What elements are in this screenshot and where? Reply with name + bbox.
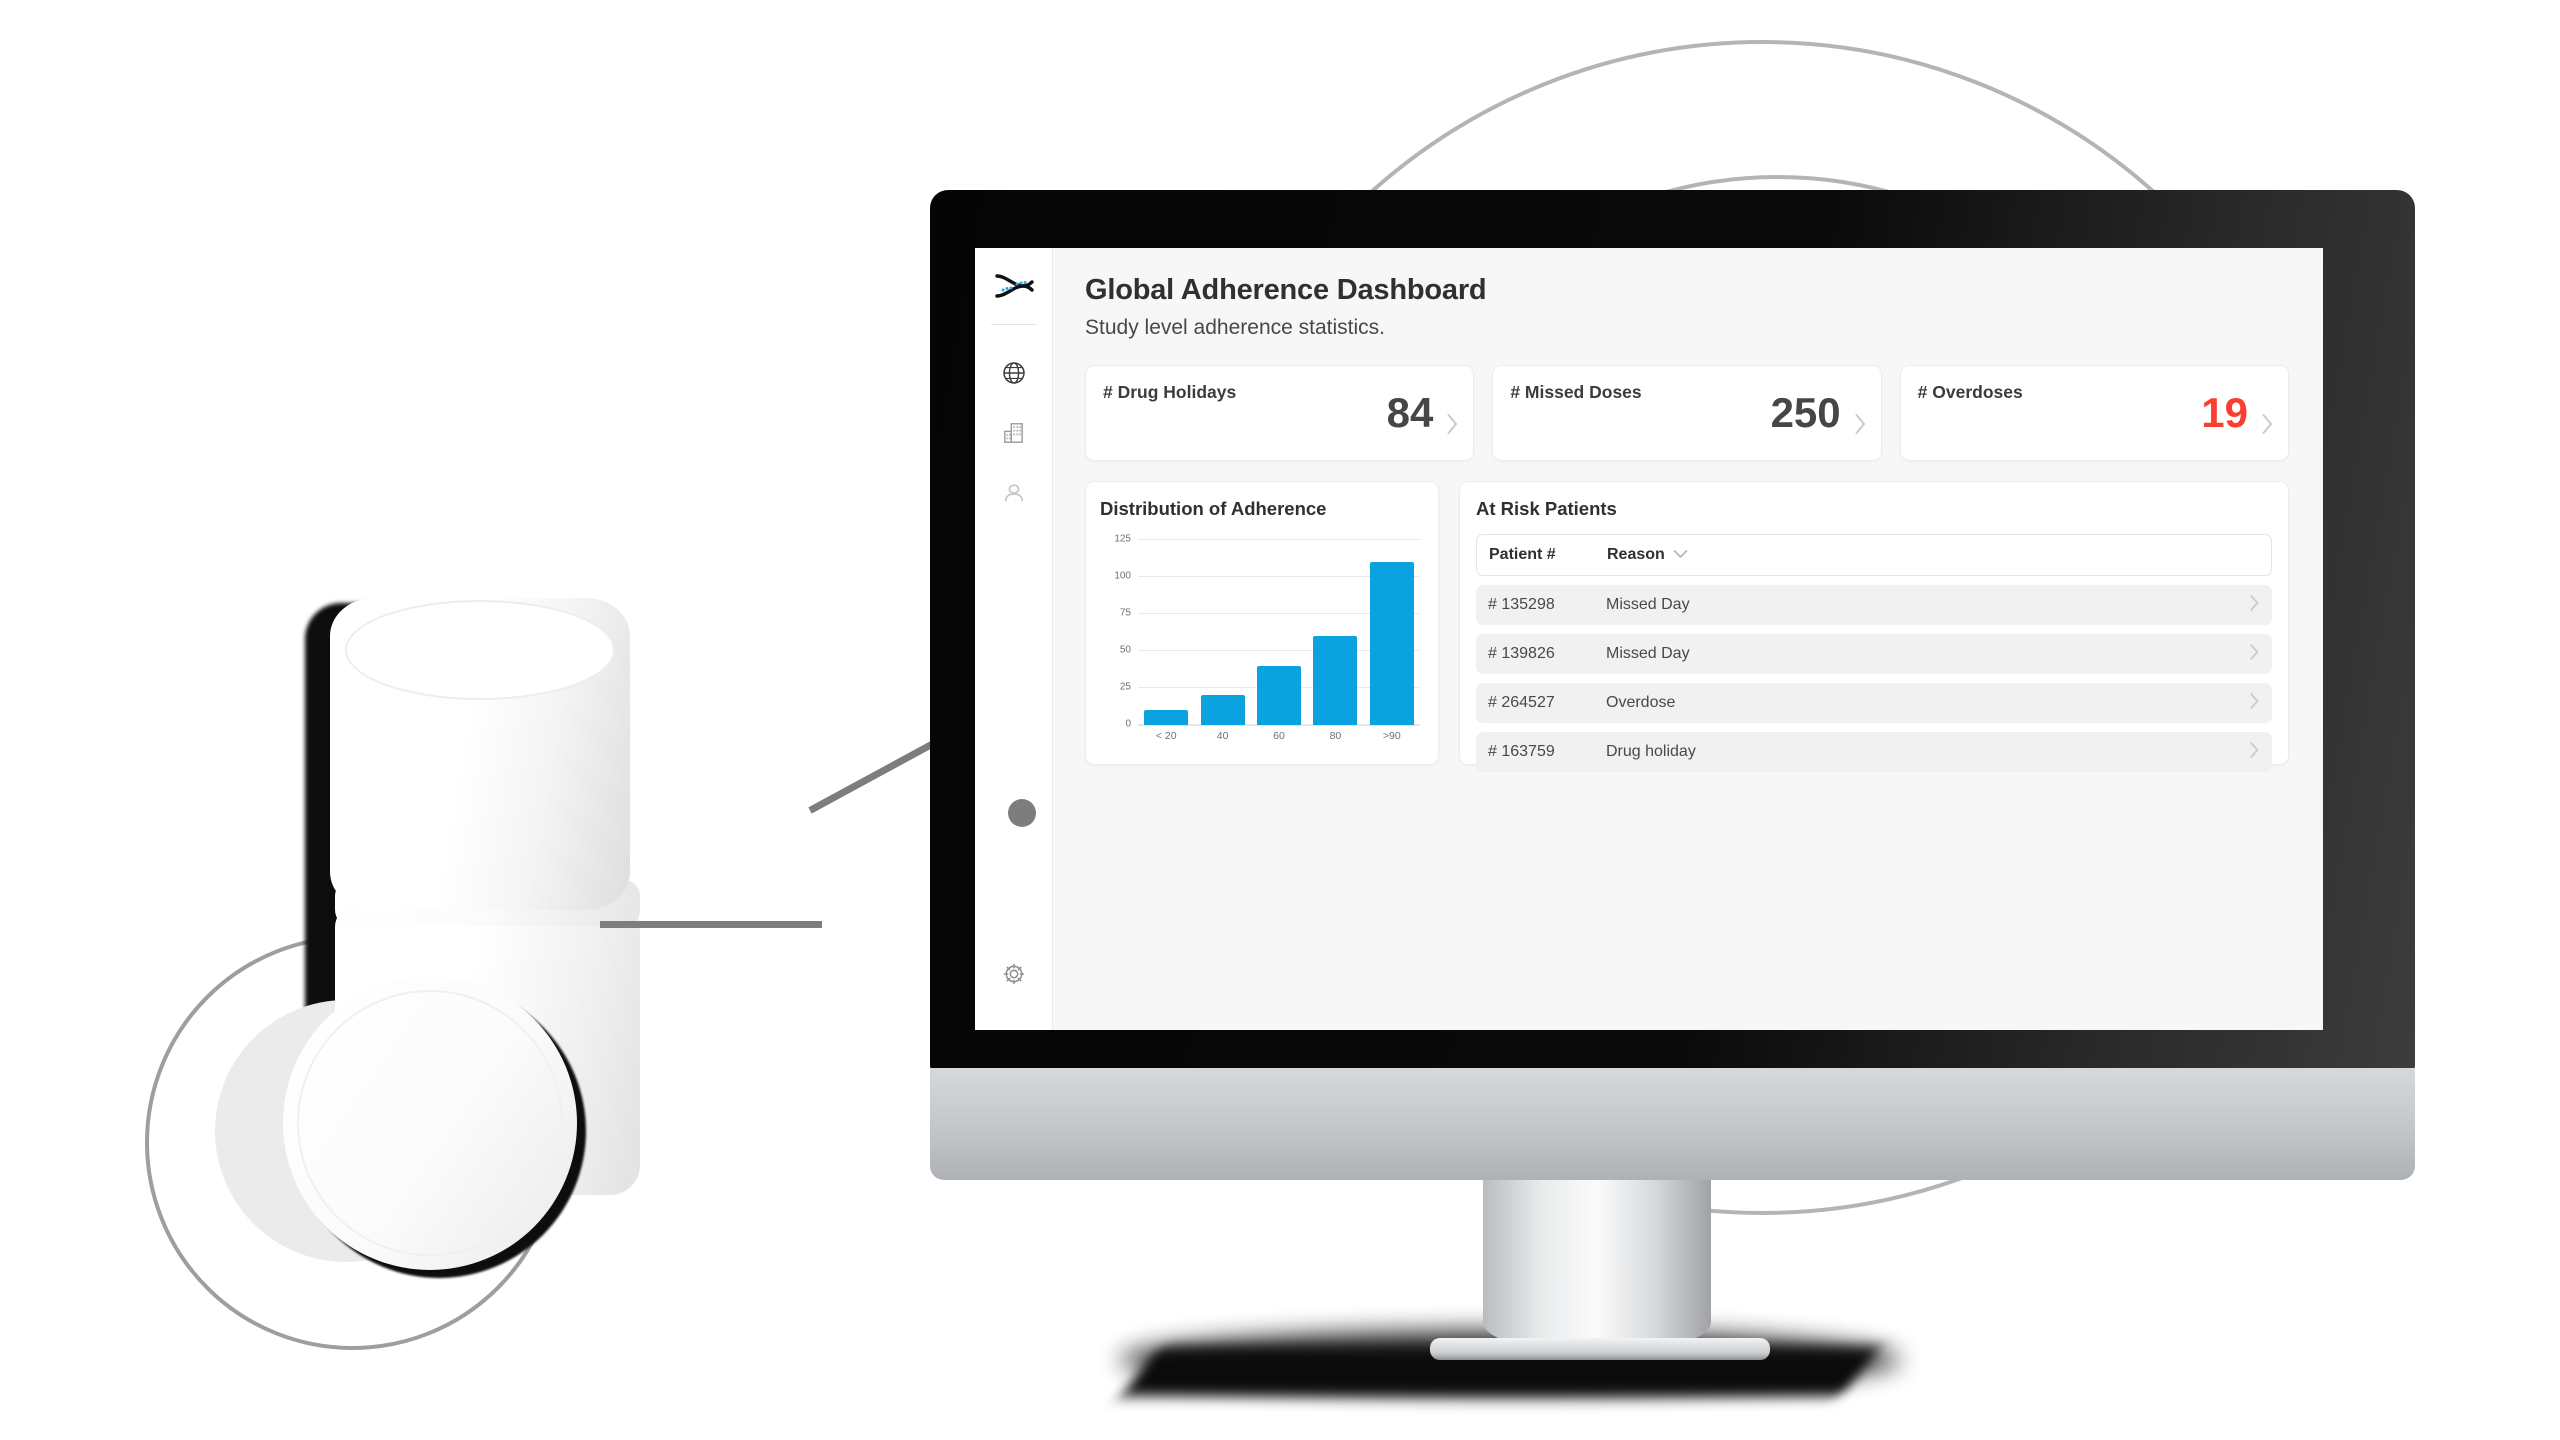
building-icon bbox=[1004, 423, 1023, 443]
sidebar-item-building[interactable] bbox=[975, 403, 1053, 463]
page-subtitle: Study level adherence statistics. bbox=[1085, 316, 1385, 339]
chart-bar-wrapper bbox=[1307, 540, 1363, 725]
chart-title: Distribution of Adherence bbox=[1100, 498, 1327, 519]
table-body: # 135298 Missed Day # 139826 Missed Day # 26… bbox=[1476, 585, 2272, 772]
column-header-patient: Patient # bbox=[1489, 546, 1556, 563]
stat-card-label: # Drug Holidays bbox=[1103, 382, 1237, 402]
chart-x-tick-label: < 20 bbox=[1155, 730, 1177, 742]
cell-reason: Drug holiday bbox=[1606, 743, 1696, 760]
chart-bar-wrapper bbox=[1364, 540, 1420, 725]
chevron-right-icon bbox=[1854, 413, 1867, 440]
dna-helix-logo[interactable] bbox=[975, 254, 1052, 318]
chart-x-axis bbox=[1138, 725, 1420, 726]
chart-y-tick-label: 75 bbox=[1119, 607, 1131, 619]
table-title: At Risk Patients bbox=[1476, 498, 1617, 519]
chart-bar[interactable] bbox=[1200, 695, 1245, 725]
stat-card-drug-holidays[interactable]: # Drug Holidays 84 bbox=[1085, 365, 1475, 461]
stat-card-value: 250 bbox=[1770, 389, 1841, 436]
chart-x-tick-label: 60 bbox=[1273, 730, 1285, 742]
chevron-right-icon[interactable] bbox=[2249, 692, 2260, 715]
cell-reason: Overdose bbox=[1606, 694, 1676, 711]
pill-disc-front-rim bbox=[297, 990, 563, 1256]
chevron-right-icon[interactable] bbox=[2249, 741, 2260, 764]
stat-card-row: # Drug Holidays 84 # Missed Doses 250 # … bbox=[1085, 365, 2289, 461]
panel-row: Distribution of Adherence 0 25 50 75 100 125 … bbox=[1085, 481, 2289, 772]
chart-bars bbox=[1138, 540, 1420, 725]
chart-y-tick-label: 25 bbox=[1119, 681, 1131, 693]
chart-bar-wrapper bbox=[1251, 540, 1307, 725]
stat-card-value: 84 bbox=[1386, 389, 1434, 436]
chevron-right-icon bbox=[1446, 413, 1459, 440]
monitor-stand-neck bbox=[1483, 1178, 1711, 1346]
chart-x-tick-label: 40 bbox=[1216, 730, 1229, 742]
stat-card-label: # Overdoses bbox=[1917, 382, 2023, 402]
monitor-chin bbox=[930, 1068, 2415, 1180]
page-title: Global Adherence Dashboard bbox=[1085, 274, 1487, 306]
bar-chart: 0 25 50 75 100 125 < 20 40 60 80 >90 bbox=[1100, 534, 1424, 760]
table-row[interactable]: # 135298 Missed Day bbox=[1476, 585, 2272, 625]
monitor-screen: Global Adherence Dashboard Study level a… bbox=[975, 248, 2323, 1030]
cell-reason: Missed Day bbox=[1606, 645, 1690, 662]
chart-bar-wrapper bbox=[1194, 540, 1250, 725]
chevron-right-icon[interactable] bbox=[2249, 643, 2260, 666]
stat-card-value: 19 bbox=[2201, 389, 2248, 436]
callout-endpoint-dot bbox=[1008, 799, 1036, 827]
cell-reason: Missed Day bbox=[1606, 596, 1690, 613]
chart-x-tick-label: >90 bbox=[1382, 730, 1401, 742]
person-icon bbox=[1004, 484, 1024, 502]
chart-y-tick-label: 125 bbox=[1114, 533, 1131, 545]
chart-y-tick-label: 50 bbox=[1119, 644, 1131, 656]
chart-bar[interactable] bbox=[1369, 562, 1414, 725]
column-header-reason[interactable]: Reason bbox=[1607, 546, 1688, 564]
chevron-down-icon[interactable] bbox=[1673, 546, 1688, 564]
scene: Global Adherence Dashboard Study level a… bbox=[0, 0, 2560, 1440]
gear-icon bbox=[1003, 963, 1025, 985]
chart-bar[interactable] bbox=[1313, 636, 1358, 725]
stat-card-label: # Missed Doses bbox=[1510, 382, 1642, 402]
pill-bottle-cap-rim bbox=[345, 600, 615, 700]
sidebar-divider bbox=[990, 324, 1037, 325]
chart-bar[interactable] bbox=[1144, 710, 1189, 725]
chart-bar[interactable] bbox=[1257, 665, 1301, 725]
table-row[interactable]: # 139826 Missed Day bbox=[1476, 634, 2272, 674]
sidebar-item-globe[interactable] bbox=[975, 343, 1053, 403]
column-header-reason-label: Reason bbox=[1607, 546, 1665, 563]
chart-panel: Distribution of Adherence 0 25 50 75 100 125 … bbox=[1085, 481, 1439, 765]
table-header-row[interactable]: Patient # Reason bbox=[1476, 534, 2272, 576]
chart-y-tick-label: 0 bbox=[1125, 718, 1131, 730]
cell-patient-number: # 264527 bbox=[1488, 694, 1555, 711]
chart-y-tick-label: 100 bbox=[1114, 570, 1131, 582]
globe-icon bbox=[1003, 362, 1025, 384]
at-risk-patients-panel: At Risk Patients Patient # Reason # 1352… bbox=[1459, 481, 2289, 772]
callout-line-horizontal bbox=[600, 921, 822, 928]
sidebar-item-settings[interactable] bbox=[975, 944, 1053, 1004]
chart-x-tick-label: 80 bbox=[1329, 730, 1342, 742]
chart-x-tick-labels: < 20 40 60 80 >90 bbox=[1138, 730, 1420, 742]
cell-patient-number: # 135298 bbox=[1488, 596, 1555, 613]
chevron-right-icon bbox=[2261, 413, 2274, 440]
stat-card-missed-doses[interactable]: # Missed Doses 250 bbox=[1492, 365, 1882, 461]
table-row[interactable]: # 264527 Overdose bbox=[1476, 683, 2272, 723]
monitor-stand-foot bbox=[1430, 1338, 1770, 1360]
app-main: Global Adherence Dashboard Study level a… bbox=[1053, 248, 2323, 1030]
cell-patient-number: # 139826 bbox=[1488, 645, 1555, 662]
app-sidebar bbox=[975, 248, 1053, 1030]
chart-bar-wrapper bbox=[1138, 540, 1194, 725]
cell-patient-number: # 163759 bbox=[1488, 743, 1555, 760]
sidebar-item-person[interactable] bbox=[975, 463, 1053, 523]
chart-plot-area: 0 25 50 75 100 125 bbox=[1114, 534, 1420, 730]
chevron-right-icon[interactable] bbox=[2249, 594, 2260, 617]
table-row[interactable]: # 163759 Drug holiday bbox=[1476, 732, 2272, 772]
stat-card-overdoses[interactable]: # Overdoses 19 bbox=[1899, 365, 2289, 461]
